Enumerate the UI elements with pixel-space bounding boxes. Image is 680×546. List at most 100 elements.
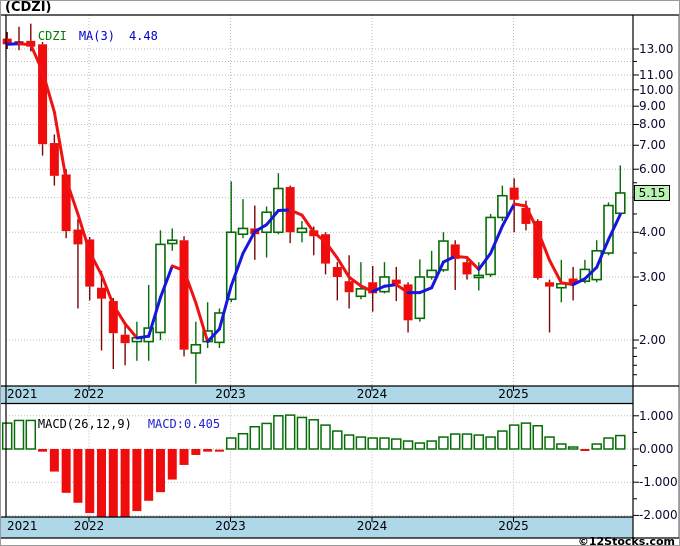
macd-bar-negative <box>61 449 71 493</box>
legend-ma-label: MA(3) <box>78 29 115 43</box>
macd-axis-label: -1.000 <box>639 475 678 490</box>
macd-bar-positive <box>402 440 414 450</box>
current-price-flag: 5.15 <box>634 184 670 201</box>
copyright-watermark: ©12Stocks.com <box>577 535 675 546</box>
ma-line-segment <box>217 284 233 331</box>
macd-bar-positive <box>273 415 284 450</box>
year-label: 2025 <box>498 387 529 401</box>
macd-bar-positive <box>485 436 496 450</box>
macd-bar-negative <box>144 449 154 501</box>
macd-bar-positive <box>320 424 331 450</box>
macd-bar-negative <box>191 449 201 455</box>
macd-legend: MACD(26,12,9) MACD:0.405 <box>9 405 220 444</box>
macd-bar-positive <box>296 416 308 450</box>
macd-params-label: MACD(26,12,9) <box>37 417 132 431</box>
macd-bar-positive <box>261 422 272 450</box>
macd-bar-positive <box>544 436 555 450</box>
candle-body-up <box>414 276 426 320</box>
candle-body-down <box>509 187 519 200</box>
year-label: 2023 <box>215 387 246 401</box>
candle-body-down <box>73 229 83 245</box>
candle-body-up <box>296 227 308 234</box>
macd-bar-negative <box>85 449 95 514</box>
macd-bar-positive <box>332 430 343 450</box>
candle-body-up <box>473 274 485 279</box>
stock-chart-window: (CDZI) CDZI MA(3) 4.48 MACD(26,12,9) MACD:0… <box>0 0 680 546</box>
macd-bar-negative <box>155 449 165 493</box>
page-title: (CDZI) <box>5 0 52 15</box>
macd-bar-positive <box>367 437 378 450</box>
year-label: 2021 <box>7 519 38 533</box>
candle-body-up <box>237 227 249 236</box>
candle-body-down <box>49 143 59 176</box>
macd-axis-label: 1.000 <box>639 408 674 423</box>
ma-line-segment <box>276 208 292 213</box>
macd-bar-positive <box>438 436 449 450</box>
macd-bar-positive <box>532 425 543 450</box>
year-label: 2021 <box>7 387 38 401</box>
macd-bar-negative <box>73 449 83 503</box>
macd-bar-negative <box>120 449 130 518</box>
legend-ma-value: 4.48 <box>128 29 158 43</box>
candle-body-down <box>179 240 189 350</box>
macd-bar-positive <box>567 446 579 450</box>
price-axis-label: 13.00 <box>639 42 674 56</box>
macd-bar-negative <box>97 449 107 518</box>
macd-bar-negative <box>38 449 48 452</box>
macd-bar-positive <box>473 434 485 450</box>
macd-bar-positive <box>284 414 296 450</box>
ma-line-segment <box>194 301 210 344</box>
macd-axis-label: 0.000 <box>639 442 674 456</box>
price-axis-label: 2.00 <box>639 333 666 348</box>
year-label: 2025 <box>498 519 529 533</box>
price-axis-label: 6.00 <box>639 162 666 177</box>
macd-bar-negative <box>179 449 189 465</box>
price-axis-label: 8.00 <box>639 117 666 132</box>
macd-bar-negative <box>132 449 142 512</box>
candle-body-down <box>462 262 472 275</box>
ma-line-segment <box>135 334 151 340</box>
ma-line-segment <box>548 258 563 285</box>
macd-bar-positive <box>603 437 614 450</box>
year-label: 2024 <box>356 387 388 401</box>
legend-symbol: CDZI <box>37 29 67 43</box>
year-label: 2022 <box>73 519 105 533</box>
price-axis-label: 4.00 <box>639 225 666 240</box>
candlestick-macd-chart-canvas <box>1 14 679 539</box>
ma-line-segment <box>559 281 575 287</box>
price-axis-label: 9.00 <box>639 99 666 114</box>
candle-body-down <box>332 266 342 277</box>
candle-body-up <box>497 194 508 219</box>
macd-bar-flat <box>214 449 224 452</box>
year-label: 2024 <box>356 519 388 533</box>
candle-body-up <box>190 343 202 354</box>
macd-bar-positive <box>414 442 426 450</box>
year-label: 2022 <box>73 387 105 401</box>
macd-bar-positive <box>237 432 249 450</box>
candle-body-down <box>344 281 354 293</box>
macd-bar-positive <box>308 419 319 450</box>
macd-bar-positive <box>426 440 437 450</box>
macd-bar-negative <box>167 449 177 480</box>
macd-bar-positive <box>520 422 532 450</box>
candle-body-up <box>426 269 437 278</box>
macd-bar-positive <box>497 430 508 450</box>
macd-bar-negative <box>49 449 59 472</box>
macd-bar-positive <box>379 437 390 450</box>
candle-body-down <box>120 334 130 344</box>
macd-bar-positive <box>249 426 261 450</box>
ma-line-segment <box>512 202 528 208</box>
price-axis-label: 7.00 <box>639 138 666 153</box>
macd-bar-positive <box>391 438 402 450</box>
price-axis-label: 11.00 <box>639 67 674 82</box>
macd-bar-positive <box>449 433 461 450</box>
chart-legend: CDZI MA(3) 4.48 <box>9 17 158 56</box>
price-axis-label: 3.00 <box>639 269 666 284</box>
candle-body-up <box>166 239 178 245</box>
candle-body-down <box>38 44 48 145</box>
candle-body-down <box>97 287 107 299</box>
candle-body-up <box>355 288 367 298</box>
macd-axis-label: -2.000 <box>639 508 678 523</box>
macd-bar-positive <box>225 437 237 450</box>
macd-bar-negative <box>203 449 213 452</box>
